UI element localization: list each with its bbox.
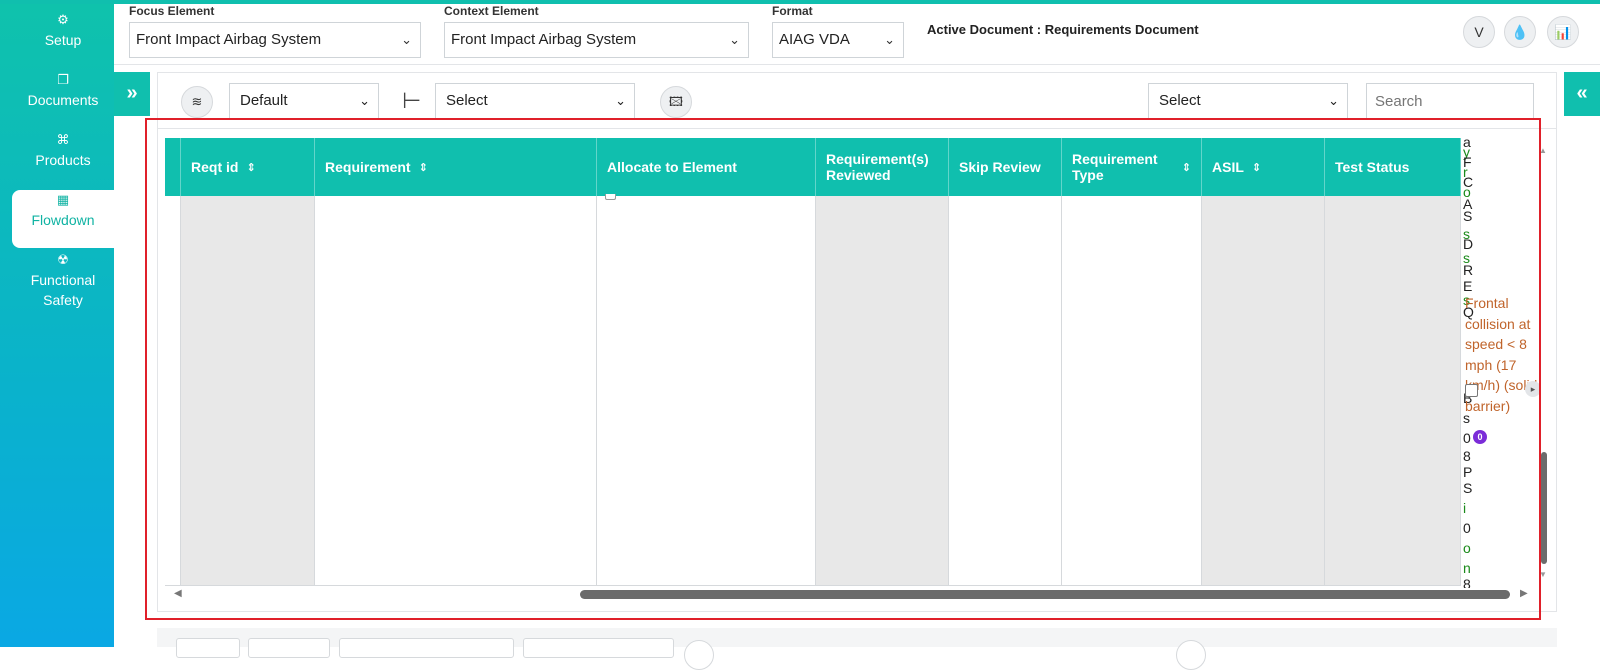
context-element-label: Context Element [444,4,539,18]
image-icon: 🖾 [668,94,684,109]
format-select[interactable]: AIAG VDA ⌄ [772,22,904,58]
format-label: Format [772,4,813,18]
view-select[interactable]: Default ⌄ [229,83,379,119]
bottom-round-button[interactable] [1176,640,1206,670]
column-select[interactable]: Select ⌄ [1148,83,1348,119]
gears-icon: ⚙ [57,12,69,27]
filter-select[interactable]: Select ⌄ [435,83,635,119]
sidebar-item-products[interactable]: ⌘ Products [12,130,114,188]
chevron-down-icon: ⌄ [359,93,370,108]
focus-element-label: Focus Element [129,4,215,18]
chevron-down-icon: ⌄ [401,32,412,47]
view-select-value: Default [240,92,288,109]
documents-icon: ❐ [57,72,69,87]
context-element-select[interactable]: Front Impact Airbag System ⌄ [444,22,749,58]
sidebar-item-label: Setup [44,32,82,48]
focus-element-value: Front Impact Airbag System [136,31,322,48]
chevron-down-icon: ⌄ [1328,93,1339,108]
chart-button[interactable]: 📊 [1547,16,1579,48]
search-input[interactable] [1366,83,1534,119]
drop-icon: 💧 [1511,24,1529,40]
vertical-scrollbar-thumb[interactable] [1541,452,1547,564]
chevron-down-icon: ⌄ [729,32,740,47]
image-button[interactable]: 🖾 [660,86,692,118]
double-chevron-right-icon: » [126,82,138,104]
sidebar-item-functional-safety[interactable]: ☢ Functional Safety [12,250,114,314]
sidebar-item-label: Flowdown [31,212,95,228]
bottom-button[interactable] [248,638,330,658]
sidebar-item-documents[interactable]: ❐ Documents [12,70,114,128]
filter-select-value: Select [446,92,488,109]
vcs-icon: V [1474,24,1484,40]
column-select-value: Select [1159,92,1201,109]
sidebar-item-label: Products [35,152,91,168]
sidebar: ⚙ Setup ❐ Documents ⌘ Products ▦ Flowdow… [0,4,114,647]
header-divider [114,64,1600,65]
layers-icon: ≋ [191,94,203,109]
products-icon: ⌘ [56,132,70,147]
collapse-right-panel-button[interactable]: « [1564,72,1600,116]
sidebar-item-setup[interactable]: ⚙ Setup [12,10,114,68]
bottom-round-button[interactable] [684,640,714,670]
bottom-button[interactable] [523,638,674,658]
bottom-button[interactable] [339,638,514,658]
format-value: AIAG VDA [779,31,850,48]
radiation-icon: ☢ [57,252,69,267]
double-chevron-left-icon: « [1576,82,1588,104]
chart-icon: 📊 [1554,24,1572,40]
vcs-button[interactable]: V [1463,16,1495,48]
expand-sidebar-button[interactable]: » [114,72,150,116]
chevron-down-icon: ⌄ [884,32,895,47]
sidebar-item-label: Functional Safety [30,272,96,308]
drop-button[interactable]: 💧 [1504,16,1536,48]
sidebar-item-flowdown[interactable]: ▦ Flowdown [12,190,114,248]
context-element-value: Front Impact Airbag System [451,31,637,48]
active-document-label: Active Document : Requirements Document [927,22,1199,37]
bottom-button[interactable] [176,638,240,658]
flow-hierarchy-icon[interactable]: ⊢ [402,88,421,114]
layers-button[interactable]: ≋ [181,86,213,118]
chevron-down-icon: ⌄ [615,93,626,108]
focus-element-select[interactable]: Front Impact Airbag System ⌄ [129,22,421,58]
sidebar-item-label: Documents [27,92,99,108]
building-icon: ▦ [56,192,70,207]
highlight-box [145,118,1541,620]
